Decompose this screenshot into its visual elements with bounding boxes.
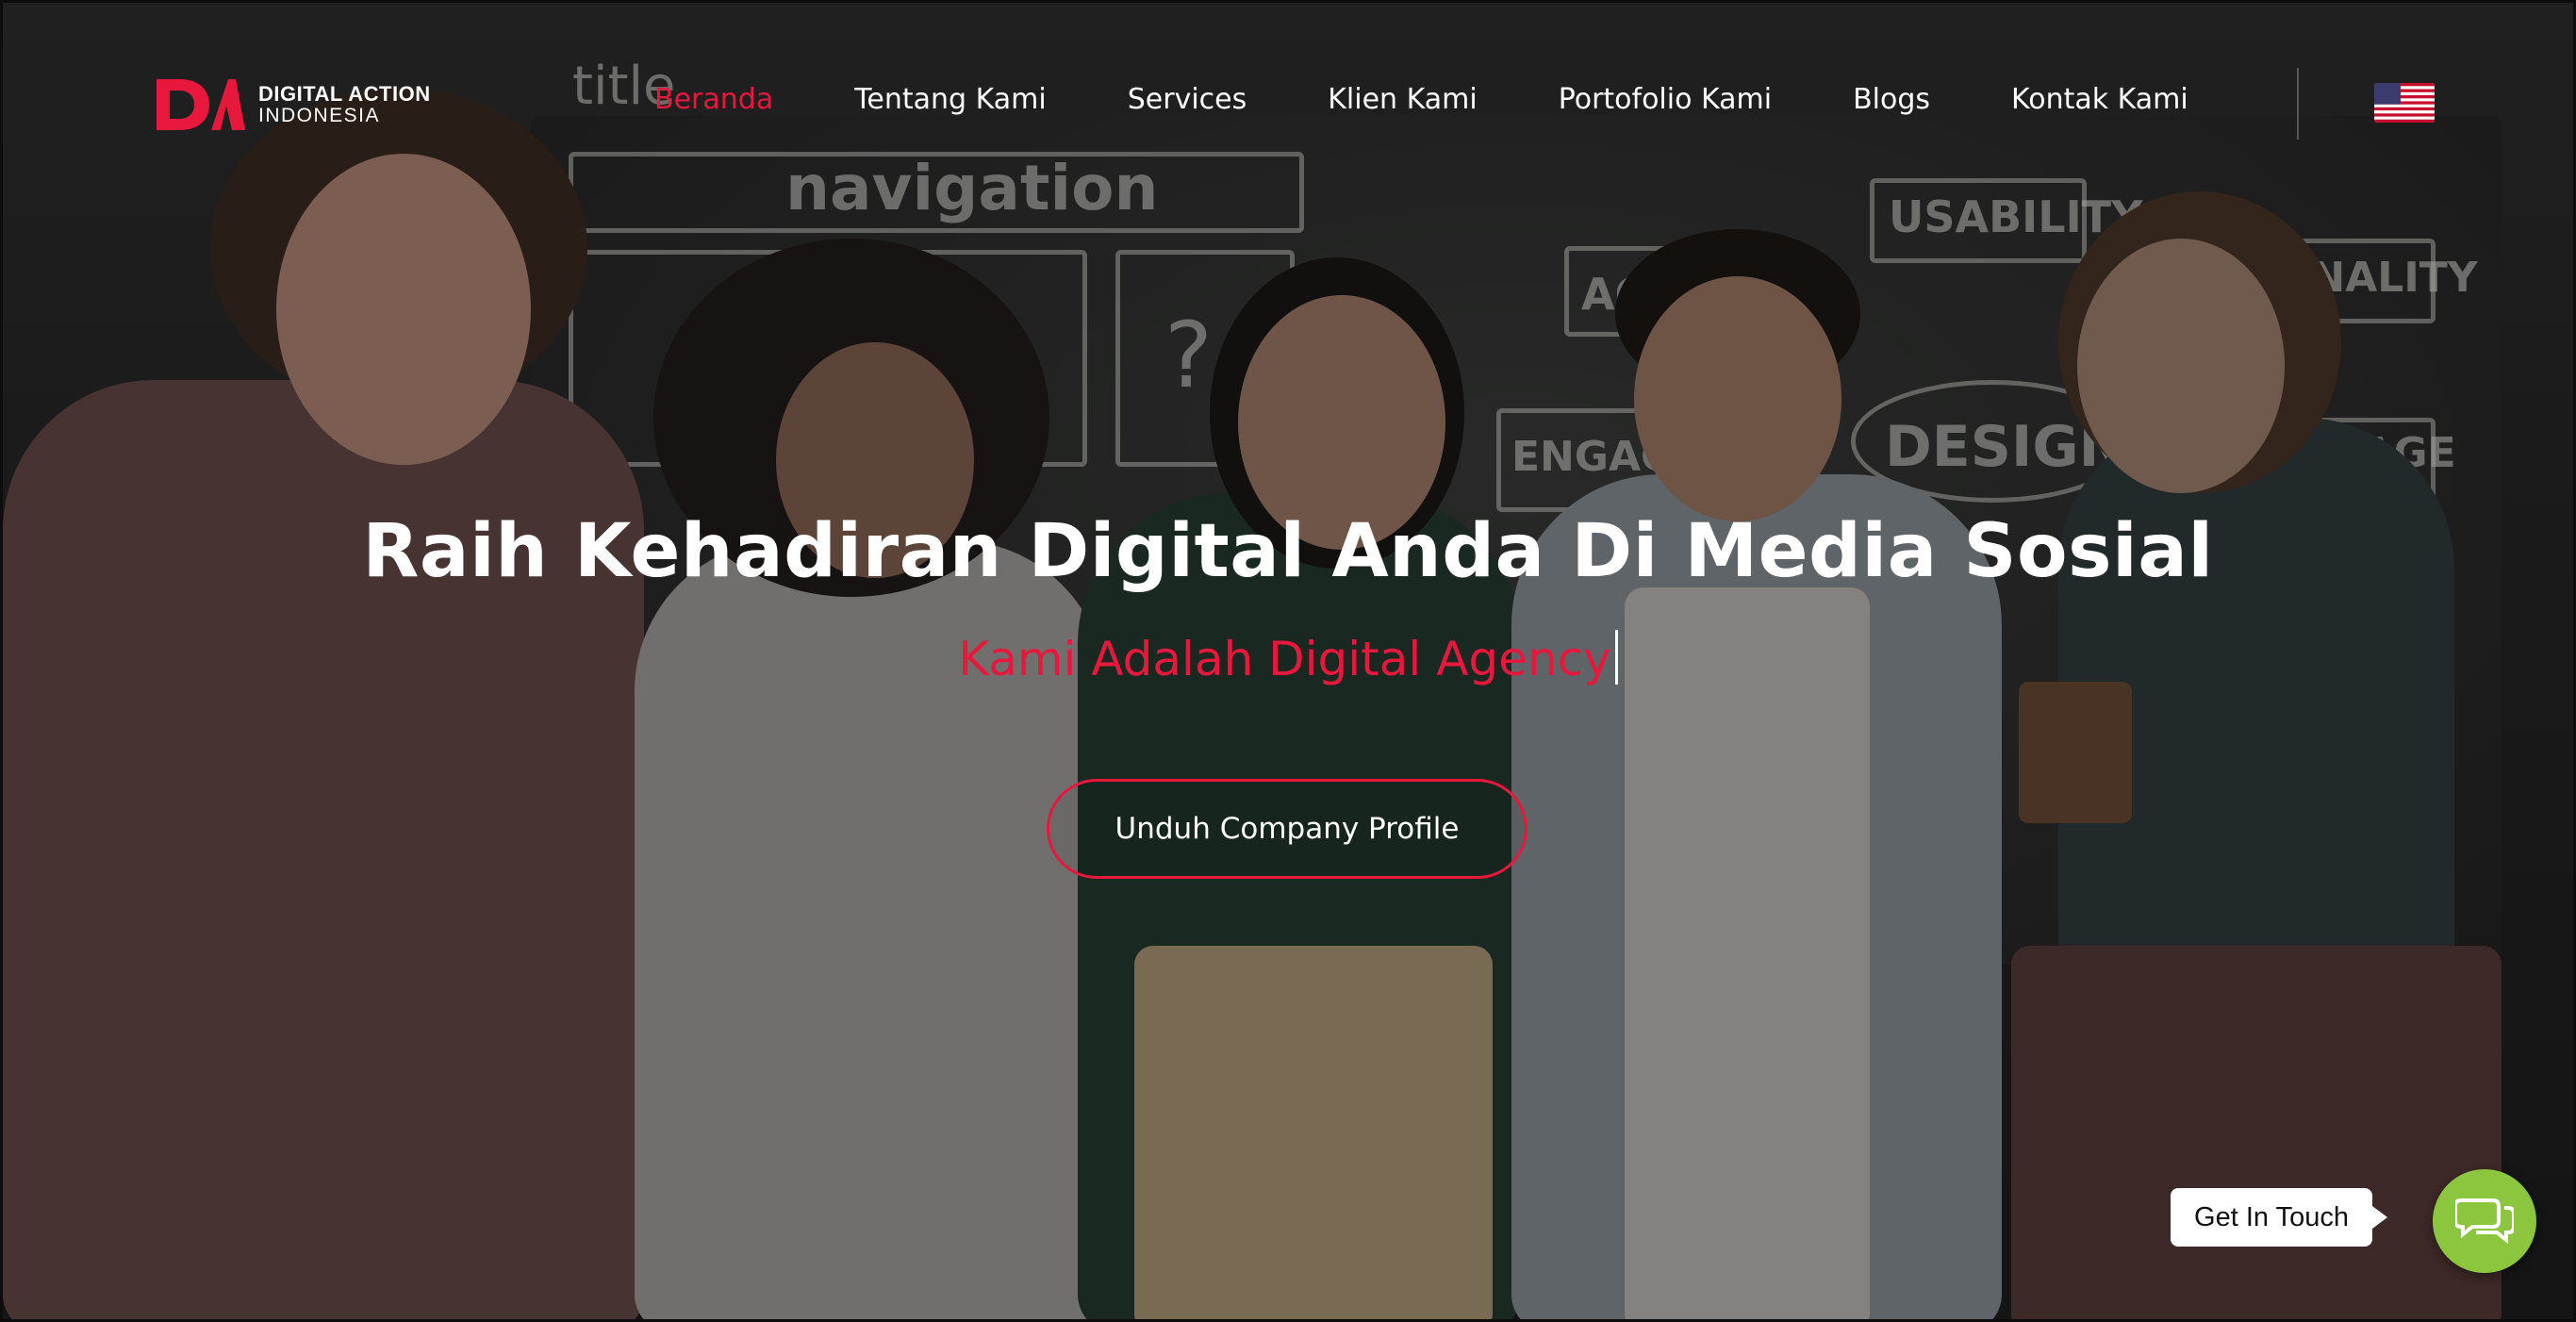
chat-button[interactable] bbox=[2433, 1169, 2536, 1273]
nav-divider bbox=[2297, 68, 2299, 140]
nav-item-portofolio-kami[interactable]: Portofolio Kami bbox=[1559, 83, 1772, 116]
typing-caret bbox=[1614, 630, 1618, 685]
brand-logo[interactable]: DIGITAL ACTION INDONESIA bbox=[155, 77, 431, 132]
brand-country: INDONESIA bbox=[258, 104, 381, 126]
chat-bubbles-icon bbox=[2455, 1198, 2514, 1245]
nav-item-blogs[interactable]: Blogs bbox=[1853, 83, 1930, 116]
download-company-profile-button[interactable]: Unduh Company Profile bbox=[1047, 779, 1527, 879]
nav-item-services[interactable]: Services bbox=[1128, 83, 1247, 116]
main-nav: Beranda Tentang Kami Services Klien Kami… bbox=[654, 83, 2270, 116]
hero-subheadline: Kami Adalah Digital Agency bbox=[0, 630, 2576, 686]
hero-headline: Raih Kehadiran Digital Anda Di Media Sos… bbox=[362, 509, 2214, 594]
da-logo-icon bbox=[157, 79, 245, 130]
nav-item-beranda[interactable]: Beranda bbox=[654, 83, 773, 116]
us-flag-icon[interactable] bbox=[2374, 83, 2435, 123]
nav-item-tentang-kami[interactable]: Tentang Kami bbox=[854, 83, 1047, 116]
get-in-touch-label[interactable]: Get In Touch bbox=[2171, 1188, 2387, 1247]
hero-subheadline-text: Kami Adalah Digital Agency bbox=[958, 632, 1611, 686]
nav-item-klien-kami[interactable]: Klien Kami bbox=[1328, 83, 1477, 116]
brand-name: DIGITAL ACTION bbox=[258, 82, 431, 107]
nav-item-kontak-kami[interactable]: Kontak Kami bbox=[2011, 83, 2188, 116]
